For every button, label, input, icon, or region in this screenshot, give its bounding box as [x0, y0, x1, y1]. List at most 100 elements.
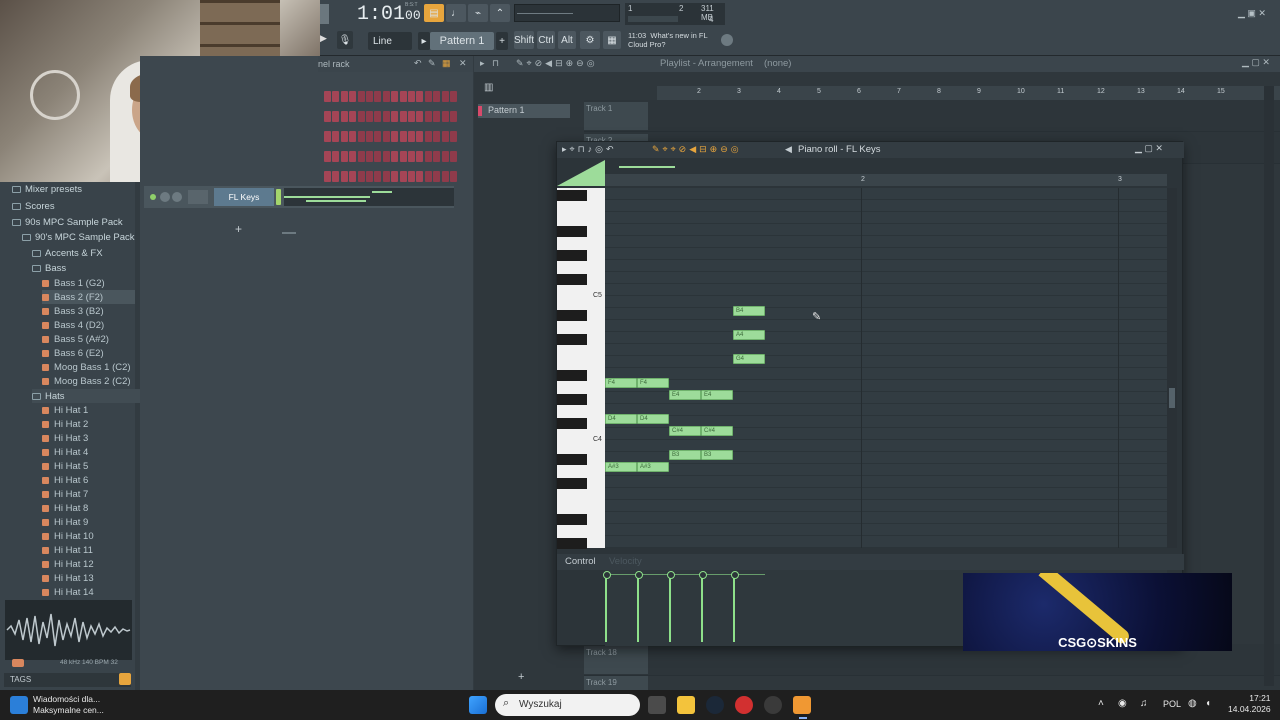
step-button[interactable]: [399, 91, 407, 102]
snap-select[interactable]: Line: [368, 32, 412, 50]
step-button[interactable]: [450, 91, 457, 102]
piano-roll-window-controls[interactable]: ▁ ▢ ✕: [1135, 143, 1163, 154]
step-button[interactable]: [357, 111, 365, 122]
step-button[interactable]: [366, 171, 373, 182]
sample-preview[interactable]: [5, 600, 132, 660]
step-button[interactable]: [424, 151, 432, 162]
piano-keyboard[interactable]: C5 C4: [557, 188, 605, 549]
news-widget-icon[interactable]: [10, 696, 28, 714]
add-pattern-icon[interactable]: +: [496, 32, 508, 50]
search-box[interactable]: ⌕ Wyszukaj: [495, 694, 640, 716]
step-button[interactable]: [366, 91, 373, 102]
browser-bass-file[interactable]: Moog Bass 1 (C2): [42, 360, 131, 374]
note[interactable]: F4: [637, 378, 669, 388]
control-label[interactable]: Control: [565, 556, 596, 567]
steam-icon[interactable]: [706, 696, 724, 714]
step-button[interactable]: [382, 91, 390, 102]
velocity-stem[interactable]: [603, 571, 611, 642]
step-button[interactable]: [332, 111, 340, 122]
obs-icon[interactable]: [764, 696, 782, 714]
step-button[interactable]: [340, 131, 348, 142]
mute-led[interactable]: [150, 194, 156, 200]
play-arrow-icon[interactable]: ▶: [320, 33, 329, 47]
note[interactable]: D4: [605, 414, 637, 424]
step-button[interactable]: [357, 151, 365, 162]
step-button[interactable]: [391, 111, 399, 122]
playlist-track-1[interactable]: Track 1: [584, 100, 1280, 132]
step-button[interactable]: [382, 111, 390, 122]
black-key[interactable]: [557, 418, 587, 429]
step-button[interactable]: [450, 151, 457, 162]
step-button[interactable]: [324, 111, 331, 122]
black-key[interactable]: [557, 274, 587, 285]
playlist-window-controls[interactable]: ▁ ▢ ✕: [1242, 57, 1270, 68]
note[interactable]: E4: [669, 390, 701, 400]
microphone-tray-icon[interactable]: ♫: [1140, 698, 1148, 709]
scroll-thumb[interactable]: [1169, 388, 1175, 408]
note[interactable]: B3: [669, 450, 701, 460]
undo-icon[interactable]: ↶: [414, 58, 422, 69]
step-button[interactable]: [408, 171, 415, 182]
close-icon[interactable]: ✕: [459, 58, 467, 69]
browser-hat-file[interactable]: Hi Hat 6: [42, 473, 88, 487]
step-button[interactable]: [416, 91, 424, 102]
note[interactable]: G4: [733, 354, 765, 364]
start-icon[interactable]: [469, 696, 487, 714]
step-button[interactable]: [374, 171, 382, 182]
black-key[interactable]: [557, 538, 587, 549]
step-button[interactable]: [324, 131, 331, 142]
step-button[interactable]: [366, 111, 373, 122]
mixer-track-select[interactable]: [188, 190, 208, 204]
news-panel[interactable]: 11:03 What's new in FL Cloud Pro?: [628, 31, 708, 49]
add-track-button[interactable]: +: [518, 671, 524, 683]
alt-button[interactable]: Alt: [558, 31, 576, 49]
step-button[interactable]: [424, 91, 432, 102]
step-button[interactable]: [408, 151, 415, 162]
search-icon[interactable]: [119, 673, 131, 685]
step-button[interactable]: [450, 131, 457, 142]
note[interactable]: D4: [637, 414, 669, 424]
step-button[interactable]: [441, 171, 449, 182]
playlist-tools[interactable]: ✎⌖⊘◀⊟⊕⊖◎: [516, 58, 598, 69]
velocity-stem[interactable]: [667, 571, 675, 642]
step-button[interactable]: [441, 111, 449, 122]
note-grid[interactable]: B4 A4 G4 F4 F4 E4 E4 D4 D4 C#4 C#4 B3 B3 A#3 A#3: [605, 188, 1167, 548]
step-button[interactable]: [416, 131, 424, 142]
step-button[interactable]: [391, 151, 399, 162]
step-button[interactable]: [399, 111, 407, 122]
note[interactable]: A#3: [637, 462, 669, 472]
velocity-stem[interactable]: [731, 571, 739, 642]
black-key[interactable]: [557, 514, 587, 525]
track-19-header[interactable]: Track 19: [584, 676, 648, 690]
step-button[interactable]: [357, 131, 365, 142]
black-key[interactable]: [557, 454, 587, 465]
black-key[interactable]: [557, 250, 587, 261]
metronome-button[interactable]: ♩: [446, 4, 466, 22]
browser-scores[interactable]: Scores: [12, 199, 55, 213]
news-icon[interactable]: [721, 34, 733, 46]
black-key[interactable]: [557, 394, 587, 405]
step-button[interactable]: [366, 131, 373, 142]
step-button[interactable]: [340, 91, 348, 102]
black-key[interactable]: [557, 226, 587, 237]
piano-roll-tools[interactable]: ▸⌖⊓♪◎↶: [562, 144, 617, 155]
step-button[interactable]: [349, 131, 357, 142]
step-button[interactable]: [340, 151, 348, 162]
browser-bass-file[interactable]: Bass 4 (D2): [42, 318, 104, 332]
add-channel-button[interactable]: +: [235, 222, 242, 236]
tray-chevron-icon[interactable]: ˄: [1098, 698, 1104, 709]
play-icon[interactable]: [12, 659, 24, 667]
black-key[interactable]: [557, 334, 587, 345]
channel-select-led[interactable]: [276, 189, 281, 205]
step-button[interactable]: [391, 171, 399, 182]
playlist-scrollbar[interactable]: [1264, 86, 1274, 686]
step-button[interactable]: [408, 91, 415, 102]
step-button[interactable]: [408, 111, 415, 122]
step-button[interactable]: [441, 131, 449, 142]
shop-button[interactable]: ▦: [603, 31, 621, 49]
record-mic-button[interactable]: 🎙: [337, 31, 353, 49]
step-button[interactable]: [382, 151, 390, 162]
step-button[interactable]: [424, 171, 432, 182]
step-button[interactable]: [366, 151, 373, 162]
browser-hat-file[interactable]: Hi Hat 11: [42, 543, 93, 557]
